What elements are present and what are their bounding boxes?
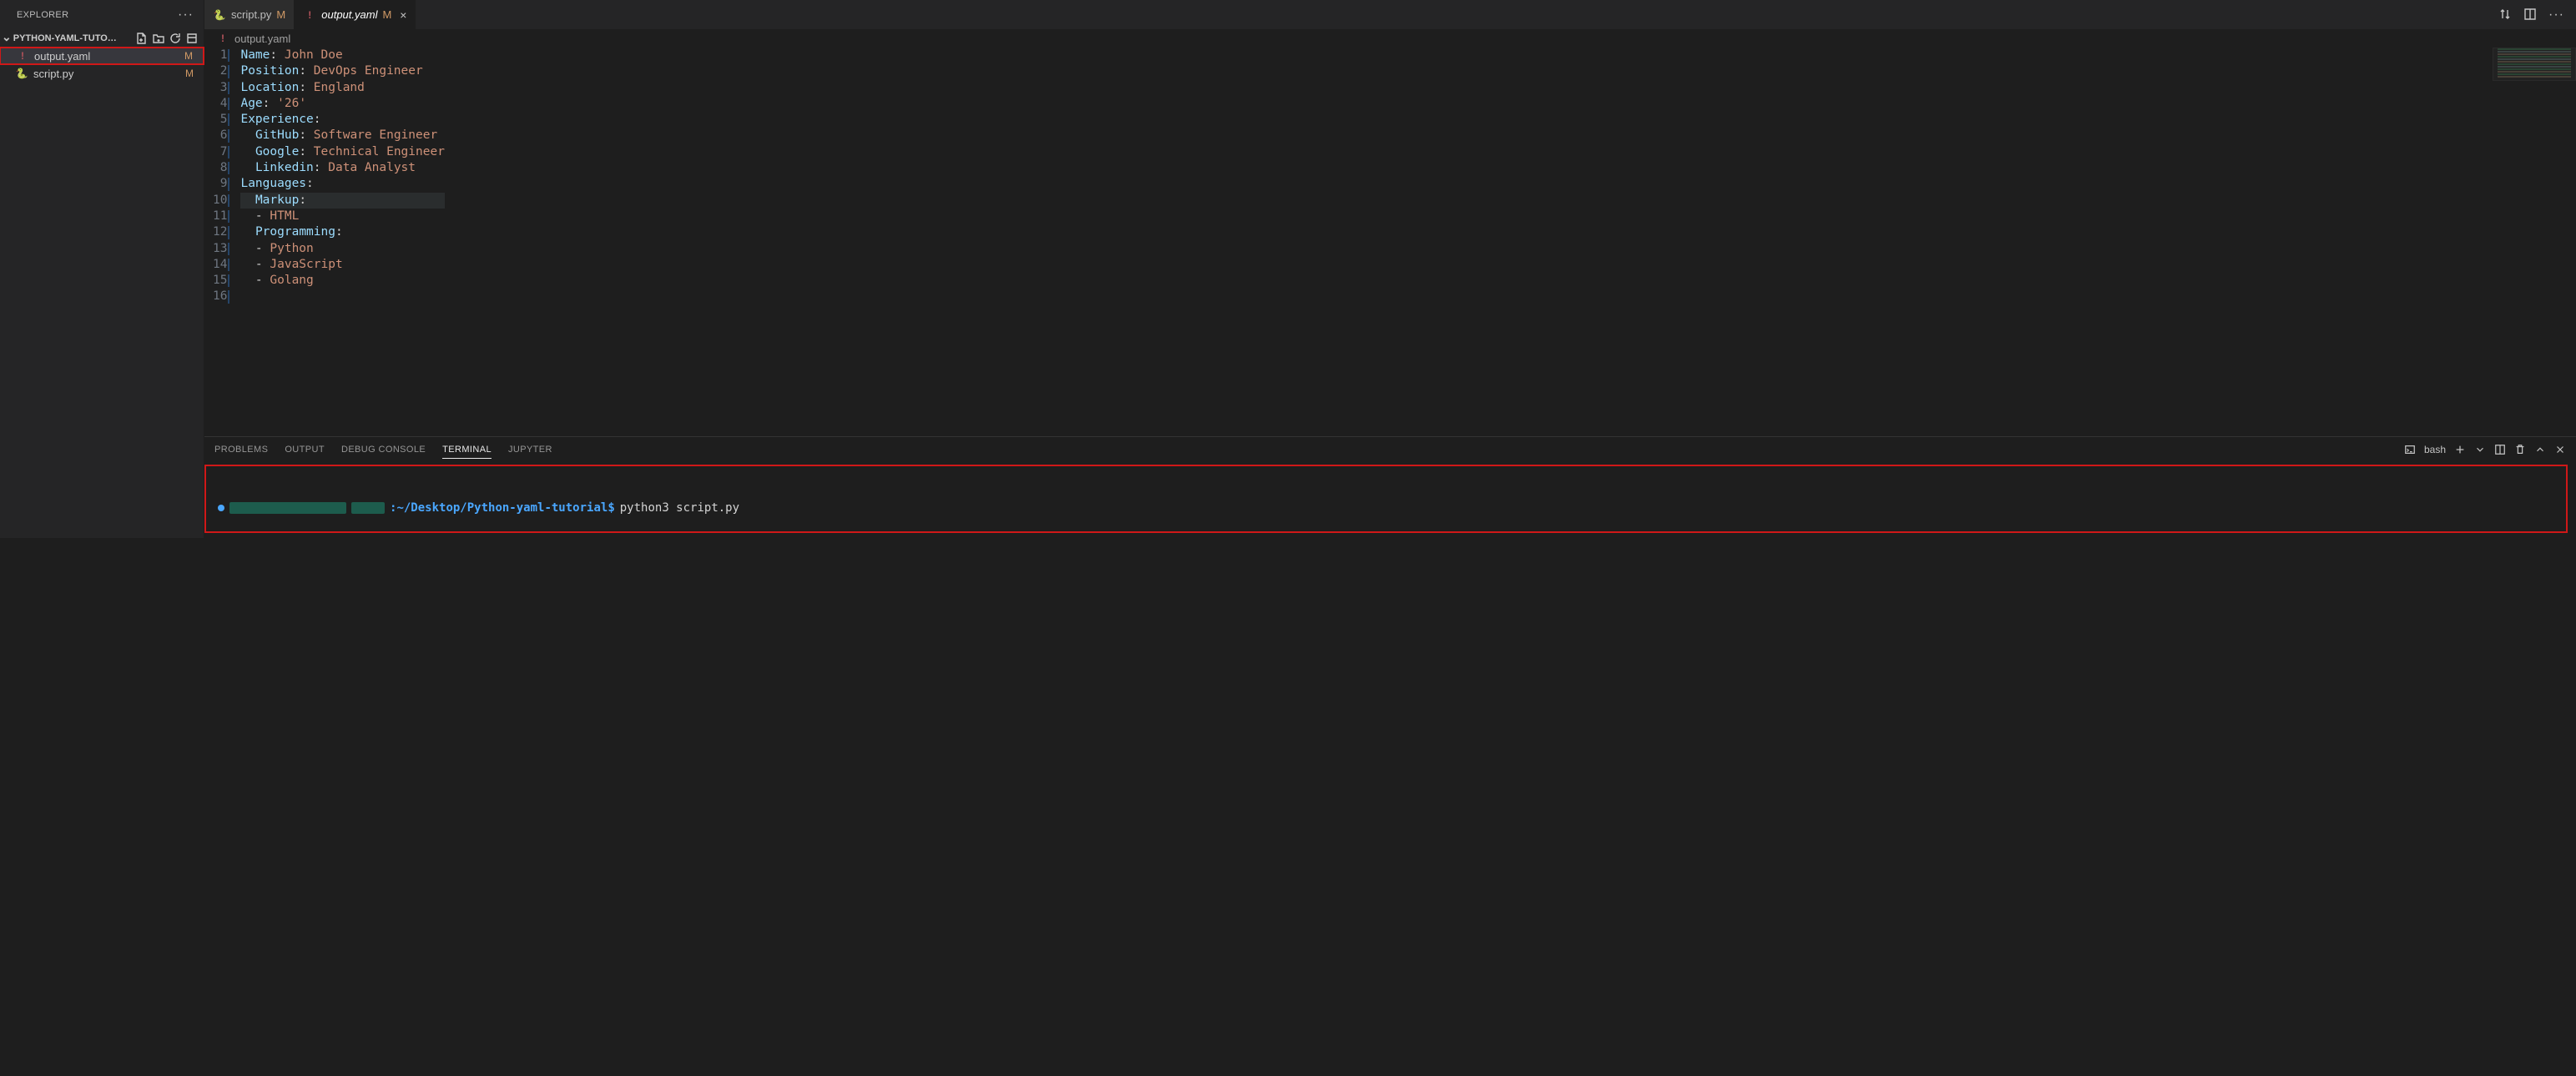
code-line[interactable]: Markup: bbox=[240, 193, 444, 209]
panel-tab-debug-console[interactable]: DEBUG CONSOLE bbox=[341, 441, 426, 459]
minimap[interactable] bbox=[2493, 48, 2576, 189]
panel-tab-output[interactable]: OUTPUT bbox=[285, 441, 325, 459]
modified-badge: M bbox=[185, 68, 194, 79]
editor-body[interactable]: 12345678910111213141516 Name: John DoePo… bbox=[204, 48, 2576, 436]
modified-indicator: M bbox=[276, 8, 285, 21]
editor-more-icon[interactable]: ··· bbox=[2548, 8, 2564, 23]
close-icon[interactable]: × bbox=[400, 8, 406, 22]
new-file-icon[interactable] bbox=[135, 32, 149, 45]
new-folder-icon[interactable] bbox=[152, 32, 165, 45]
code-line[interactable]: Experience: bbox=[240, 112, 444, 128]
explorer-sidebar: EXPLORER ··· PYTHON-YAML-TUTO… ! output.y… bbox=[0, 0, 204, 538]
chevron-down-icon bbox=[2, 32, 12, 46]
more-icon[interactable]: ··· bbox=[178, 8, 194, 23]
code-line[interactable]: Linkedin: Data Analyst bbox=[240, 160, 444, 176]
explorer-title: EXPLORER bbox=[17, 10, 68, 20]
split-editor-icon[interactable] bbox=[2523, 8, 2537, 21]
project-name: PYTHON-YAML-TUTO… bbox=[13, 33, 117, 43]
file-item-script-py[interactable]: 🐍 script.py M bbox=[0, 64, 204, 83]
code-line[interactable]: - Golang bbox=[240, 273, 444, 289]
chevron-up-icon[interactable] bbox=[2534, 444, 2546, 455]
editor-area: 🐍 script.py M! output.yaml M × ··· ! output.y… bbox=[204, 0, 2576, 538]
panel-tab-jupyter[interactable]: JUPYTER bbox=[508, 441, 552, 459]
tab-label: script.py bbox=[231, 8, 271, 21]
code-line[interactable]: Programming: bbox=[240, 224, 444, 240]
yaml-icon: ! bbox=[16, 49, 29, 63]
bottom-panel: PROBLEMS OUTPUT DEBUG CONSOLE TERMINAL JUPYT… bbox=[204, 436, 2576, 538]
tab-bar: 🐍 script.py M! output.yaml M × ··· bbox=[204, 0, 2576, 29]
terminal-command: python3 script.py bbox=[620, 500, 739, 516]
panel-tab-problems[interactable]: PROBLEMS bbox=[214, 441, 268, 459]
refresh-icon[interactable] bbox=[169, 32, 182, 45]
code-line[interactable]: Age: '26' bbox=[240, 96, 444, 112]
file-item-output-yaml[interactable]: ! output.yaml M bbox=[0, 47, 204, 65]
code-line[interactable] bbox=[240, 289, 444, 304]
close-panel-icon[interactable] bbox=[2554, 444, 2566, 455]
explorer-toolbar bbox=[135, 32, 199, 45]
code-line[interactable]: Name: John Doe bbox=[240, 48, 444, 63]
file-list: ! output.yaml M 🐍 script.py M bbox=[0, 48, 204, 83]
redacted-host bbox=[351, 502, 385, 514]
terminal-active-dot bbox=[218, 505, 224, 511]
tab-output-yaml[interactable]: ! output.yaml M × bbox=[295, 0, 416, 29]
modified-badge: M bbox=[184, 50, 193, 62]
code-line[interactable]: Languages: bbox=[240, 176, 444, 192]
code-line[interactable]: - Python bbox=[240, 241, 444, 257]
redacted-host bbox=[229, 502, 346, 514]
code-line[interactable]: - JavaScript bbox=[240, 257, 444, 273]
modified-indicator: M bbox=[382, 8, 391, 21]
collapse-icon[interactable] bbox=[185, 32, 199, 45]
yaml-icon: ! bbox=[216, 32, 229, 45]
plus-icon[interactable] bbox=[2454, 444, 2466, 455]
code-content[interactable]: Name: John DoePosition: DevOps EngineerL… bbox=[240, 48, 444, 436]
panel-tab-terminal[interactable]: TERMINAL bbox=[442, 441, 492, 459]
yaml-icon: ! bbox=[303, 8, 316, 22]
breadcrumb-name: output.yaml bbox=[234, 33, 290, 45]
project-header[interactable]: PYTHON-YAML-TUTO… bbox=[0, 29, 204, 48]
code-line[interactable]: Position: DevOps Engineer bbox=[240, 63, 444, 79]
terminal-path: ~/Desktop/Python-yaml-tutorial bbox=[396, 501, 607, 515]
code-line[interactable]: GitHub: Software Engineer bbox=[240, 128, 444, 143]
trash-icon[interactable] bbox=[2514, 444, 2526, 455]
code-line[interactable]: - HTML bbox=[240, 209, 444, 224]
chevron-down-icon[interactable] bbox=[2474, 444, 2486, 455]
code-line[interactable]: Location: England bbox=[240, 80, 444, 96]
file-name: output.yaml bbox=[34, 50, 90, 63]
terminal[interactable]: :~/Desktop/Python-yaml-tutorial$ python3… bbox=[204, 465, 2568, 533]
split-terminal-icon[interactable] bbox=[2494, 444, 2506, 455]
tab-script-py[interactable]: 🐍 script.py M bbox=[204, 0, 295, 29]
terminal-shell-icon[interactable] bbox=[2404, 444, 2416, 455]
panel-tab-bar: PROBLEMS OUTPUT DEBUG CONSOLE TERMINAL JUPYT… bbox=[204, 437, 2576, 462]
breadcrumb[interactable]: ! output.yaml bbox=[204, 29, 2576, 48]
line-number-gutter: 12345678910111213141516 bbox=[204, 48, 240, 436]
file-name: script.py bbox=[33, 68, 73, 80]
explorer-header: EXPLORER ··· bbox=[0, 0, 204, 29]
tab-label: output.yaml bbox=[321, 8, 377, 21]
code-line[interactable]: Google: Technical Engineer bbox=[240, 144, 444, 160]
py-icon: 🐍 bbox=[213, 8, 226, 22]
compare-changes-icon[interactable] bbox=[2498, 8, 2512, 21]
py-icon: 🐍 bbox=[15, 67, 28, 80]
shell-name[interactable]: bash bbox=[2424, 444, 2446, 455]
